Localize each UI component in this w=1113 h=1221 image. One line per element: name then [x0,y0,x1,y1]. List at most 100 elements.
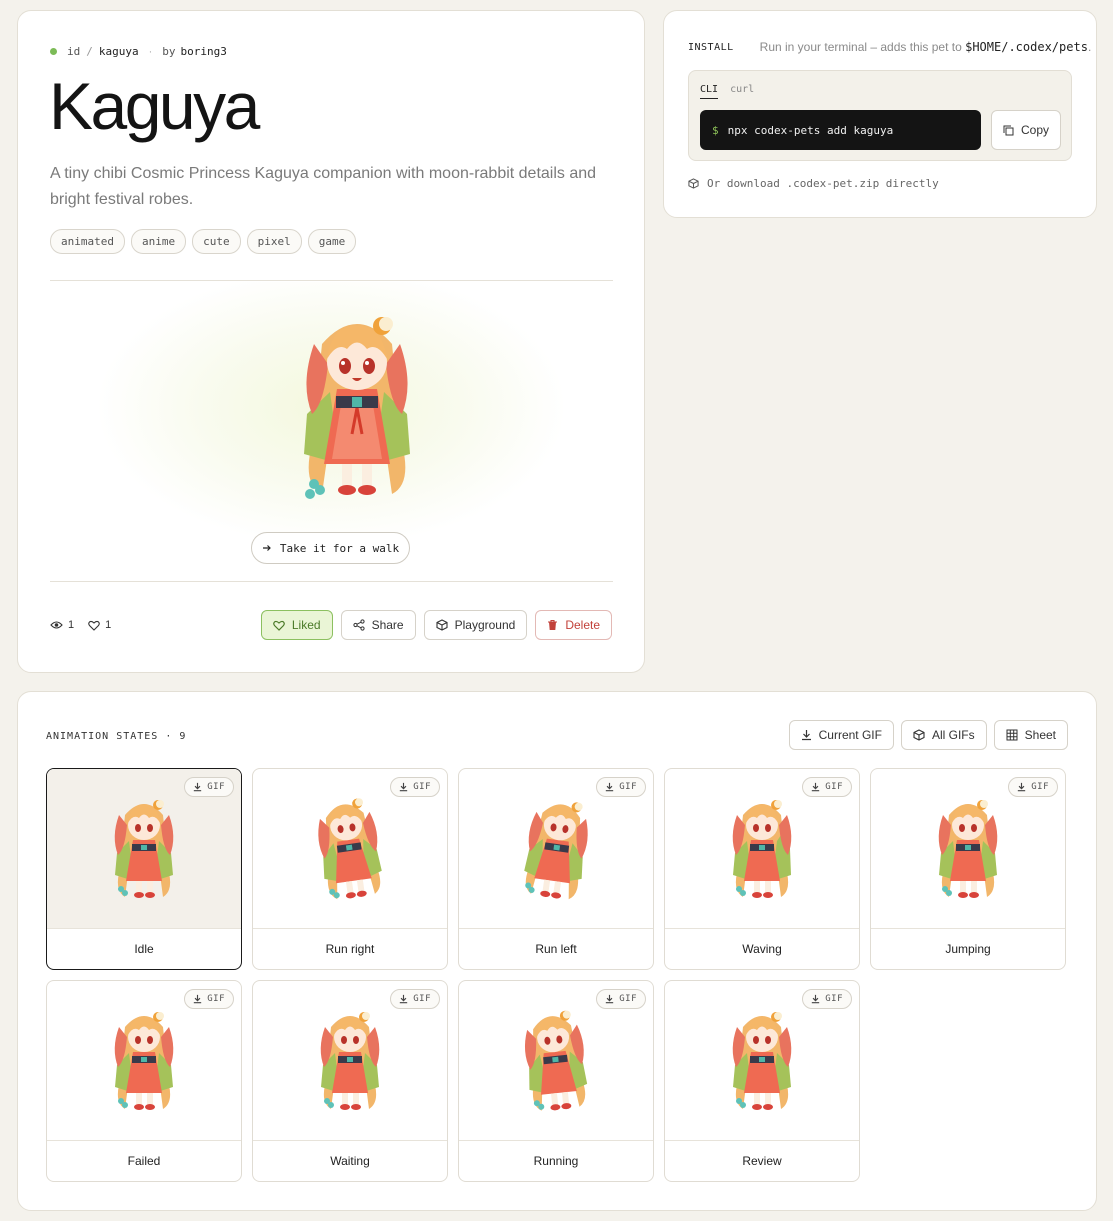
take-walk-label: Take it for a walk [279,541,400,555]
gif-download-button[interactable]: GIF [802,777,852,797]
share-button[interactable]: Share [340,610,416,640]
install-path: $HOME/.codex/pets [965,40,1088,54]
author-link[interactable]: boring3 [181,45,227,58]
download-icon [801,729,812,741]
id-separator: / [86,45,93,58]
install-card: INSTALL Run in your terminal – adds this… [663,10,1097,218]
likes-stat: 1 [88,619,111,631]
current-gif-button[interactable]: Current GIF [788,720,894,750]
copy-button[interactable]: Copy [991,110,1061,150]
grid-icon [1006,729,1018,741]
all-gifs-label: All GIFs [931,728,975,742]
state-label: Run right [253,928,447,969]
playground-button[interactable]: Playground [423,610,528,640]
gif-label: GIF [619,994,637,1004]
download-text: Or download .codex-pet.zip directly [707,177,939,190]
eye-icon [50,620,63,630]
arrow-right-icon [262,543,272,553]
tag-list: animated anime cute pixel game [50,229,357,254]
terminal-command[interactable]: $ npx codex-pets add kaguya [700,110,981,150]
sheet-button[interactable]: Sheet [993,720,1068,750]
heart-icon [88,620,100,631]
action-bar: Liked Share Playground Delete [260,610,612,640]
page-title: Kaguya [49,69,260,143]
gif-download-button[interactable]: GIF [184,777,234,797]
divider [50,581,613,582]
id-label: id [67,45,81,58]
state-label: Running [459,1140,653,1181]
copy-label: Copy [1020,123,1049,137]
sheet-label: Sheet [1024,728,1056,742]
tag[interactable]: cute [192,229,241,254]
command-text: npx codex-pets add kaguya [727,123,894,137]
animation-state-tile[interactable]: GIF Idle [46,768,242,970]
tag[interactable]: pixel [246,229,302,254]
gif-label: GIF [207,782,225,792]
all-gifs-button[interactable]: All GIFs [900,720,987,750]
pet-preview-stage: Take it for a walk [50,282,613,580]
heart-icon [273,620,285,631]
liked-label: Liked [291,618,321,632]
by-label: by [162,45,176,58]
cube-icon [688,178,699,189]
views-stat: 1 [50,619,74,631]
download-icon [399,782,408,792]
cube-icon [913,729,925,741]
gif-label: GIF [207,994,225,1004]
share-label: Share [371,618,404,632]
install-note: Run in your terminal – adds this pet to … [760,40,1092,54]
download-link[interactable]: Or download .codex-pet.zip directly [688,177,939,190]
state-label: Jumping [871,928,1065,969]
gif-label: GIF [825,782,843,792]
download-icon [399,994,408,1004]
download-icon [605,782,614,792]
animation-state-tile[interactable]: GIF Failed [46,980,242,1182]
tag[interactable]: game [307,229,357,254]
download-icon [193,994,202,1004]
animation-state-tile[interactable]: GIF Waiting [252,980,448,1182]
gif-download-button[interactable]: GIF [802,989,852,1009]
pet-id: kaguya [98,45,139,58]
animation-states-heading: ANIMATION STATES · 9 [46,731,187,742]
copy-icon [1003,125,1014,136]
download-icon [605,994,614,1004]
tab-curl[interactable]: curl [730,84,754,99]
animation-state-tile[interactable]: GIF Run left [458,768,654,970]
install-label: INSTALL [688,41,734,53]
animation-state-tile[interactable]: GIF Jumping [870,768,1066,970]
gif-download-button[interactable]: GIF [596,777,646,797]
state-label: Waving [665,928,859,969]
animation-state-tile[interactable]: GIF Waving [664,768,860,970]
state-label: Waiting [253,1140,447,1181]
pet-preview-sprite [282,304,432,509]
likes-count: 1 [105,619,112,631]
animation-state-tile[interactable]: GIF Running [458,980,654,1182]
gif-label: GIF [1031,782,1049,792]
gif-download-button[interactable]: GIF [390,777,440,797]
tag[interactable]: anime [130,229,187,254]
state-label: Review [665,1140,859,1181]
liked-button[interactable]: Liked [260,610,333,640]
status-dot [50,48,57,55]
download-icon [193,782,202,792]
install-tabs: CLI curl [700,84,754,99]
gif-download-button[interactable]: GIF [596,989,646,1009]
views-count: 1 [68,619,75,631]
breadcrumb: id / kaguya · by boring3 [50,45,227,58]
tab-cli[interactable]: CLI [700,84,719,99]
download-icon [811,994,820,1004]
animation-state-tile[interactable]: GIF Run right [252,768,448,970]
terminal-prompt: $ [712,123,719,137]
animation-states-card: ANIMATION STATES · 9 Current GIF All GIF… [17,691,1097,1211]
gif-download-button[interactable]: GIF [1008,777,1058,797]
tag[interactable]: animated [50,229,125,254]
animation-state-tile[interactable]: GIF Review [664,980,860,1182]
gif-download-button[interactable]: GIF [184,989,234,1009]
animation-state-grid: GIF Idle GIF Run right GIF Run left GIF … [46,768,1066,1182]
bullet-separator: · [148,45,153,58]
delete-button[interactable]: Delete [535,610,612,640]
gif-download-button[interactable]: GIF [390,989,440,1009]
state-label: Failed [47,1140,241,1181]
take-walk-button[interactable]: Take it for a walk [251,532,410,564]
current-gif-label: Current GIF [818,728,882,742]
